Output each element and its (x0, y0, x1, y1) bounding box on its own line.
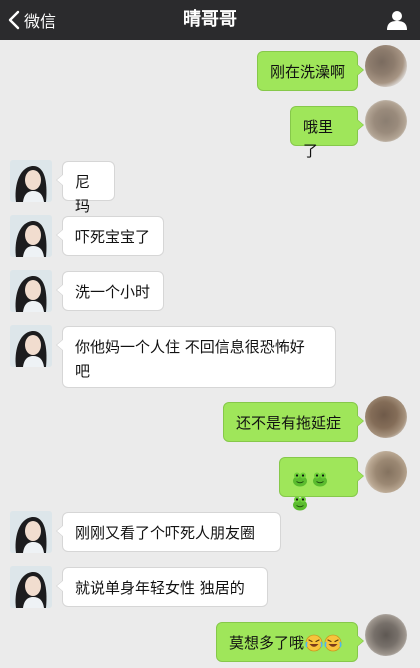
message-text: 吓死宝宝了 (75, 228, 151, 246)
avatar[interactable] (10, 511, 52, 553)
sent-bubble[interactable]: 哦里了 (290, 106, 364, 160)
message-text: 就说单身年轻女性 独居的 (75, 579, 245, 597)
girl-portrait-icon (10, 270, 52, 312)
message-text-line: 你他妈一个人住 不回信息很恐怖好 (75, 338, 305, 356)
frog-emoji (293, 496, 307, 511)
message-text: 莫想多了哦 (229, 634, 305, 652)
girl-portrait-icon (10, 160, 52, 202)
received-bubble[interactable]: 洗一个小时 (56, 271, 164, 311)
message-text: 哦里了 (303, 118, 334, 160)
avatar[interactable] (365, 100, 407, 142)
chevron-left-icon (8, 10, 20, 30)
avatar[interactable] (365, 614, 407, 656)
back-button[interactable]: 微信 (8, 0, 56, 40)
received-bubble[interactable]: 尼玛 (56, 161, 115, 215)
avatar[interactable] (10, 160, 52, 202)
message-text: 刚刚又看了个吓死人朋友圈 (75, 524, 256, 542)
sent-bubble[interactable] (279, 457, 364, 511)
message-text: 还不是有拖延症 (236, 414, 342, 432)
nav-bar: 微信 晴哥哥 (0, 0, 420, 40)
laugh-cry-emoji (324, 634, 342, 652)
avatar[interactable] (365, 45, 407, 87)
avatar[interactable] (10, 325, 52, 367)
sent-bubble[interactable]: 刚在洗澡啊 (257, 51, 364, 91)
received-bubble[interactable]: 吓死宝宝了 (56, 216, 164, 256)
message-text-line: 吧 (75, 362, 91, 380)
frog-emoji (313, 472, 327, 487)
avatar[interactable] (365, 396, 407, 438)
sent-bubble[interactable]: 还不是有拖延症 (223, 402, 364, 442)
received-bubble[interactable]: 就说单身年轻女性 独居的 (56, 567, 268, 607)
avatar[interactable] (10, 215, 52, 257)
message-text: 洗一个小时 (75, 283, 151, 301)
message-text: 尼玛 (75, 173, 91, 215)
girl-portrait-icon (10, 566, 52, 608)
person-icon[interactable] (386, 9, 408, 31)
avatar[interactable] (365, 451, 407, 493)
laugh-cry-emoji (305, 634, 323, 652)
frog-emoji (293, 472, 307, 487)
received-bubble[interactable]: 你他妈一个人住 不回信息很恐怖好 吧 (56, 326, 336, 388)
chat-title: 晴哥哥 (183, 9, 237, 30)
girl-portrait-icon (10, 325, 52, 367)
message-text: 刚在洗澡啊 (270, 63, 346, 81)
received-bubble[interactable]: 刚刚又看了个吓死人朋友圈 (56, 512, 281, 552)
sent-bubble[interactable]: 莫想多了哦 (216, 622, 364, 662)
avatar[interactable] (10, 566, 52, 608)
girl-portrait-icon (10, 511, 52, 553)
avatar[interactable] (10, 270, 52, 312)
back-label: 微信 (24, 12, 57, 31)
girl-portrait-icon (10, 215, 52, 257)
